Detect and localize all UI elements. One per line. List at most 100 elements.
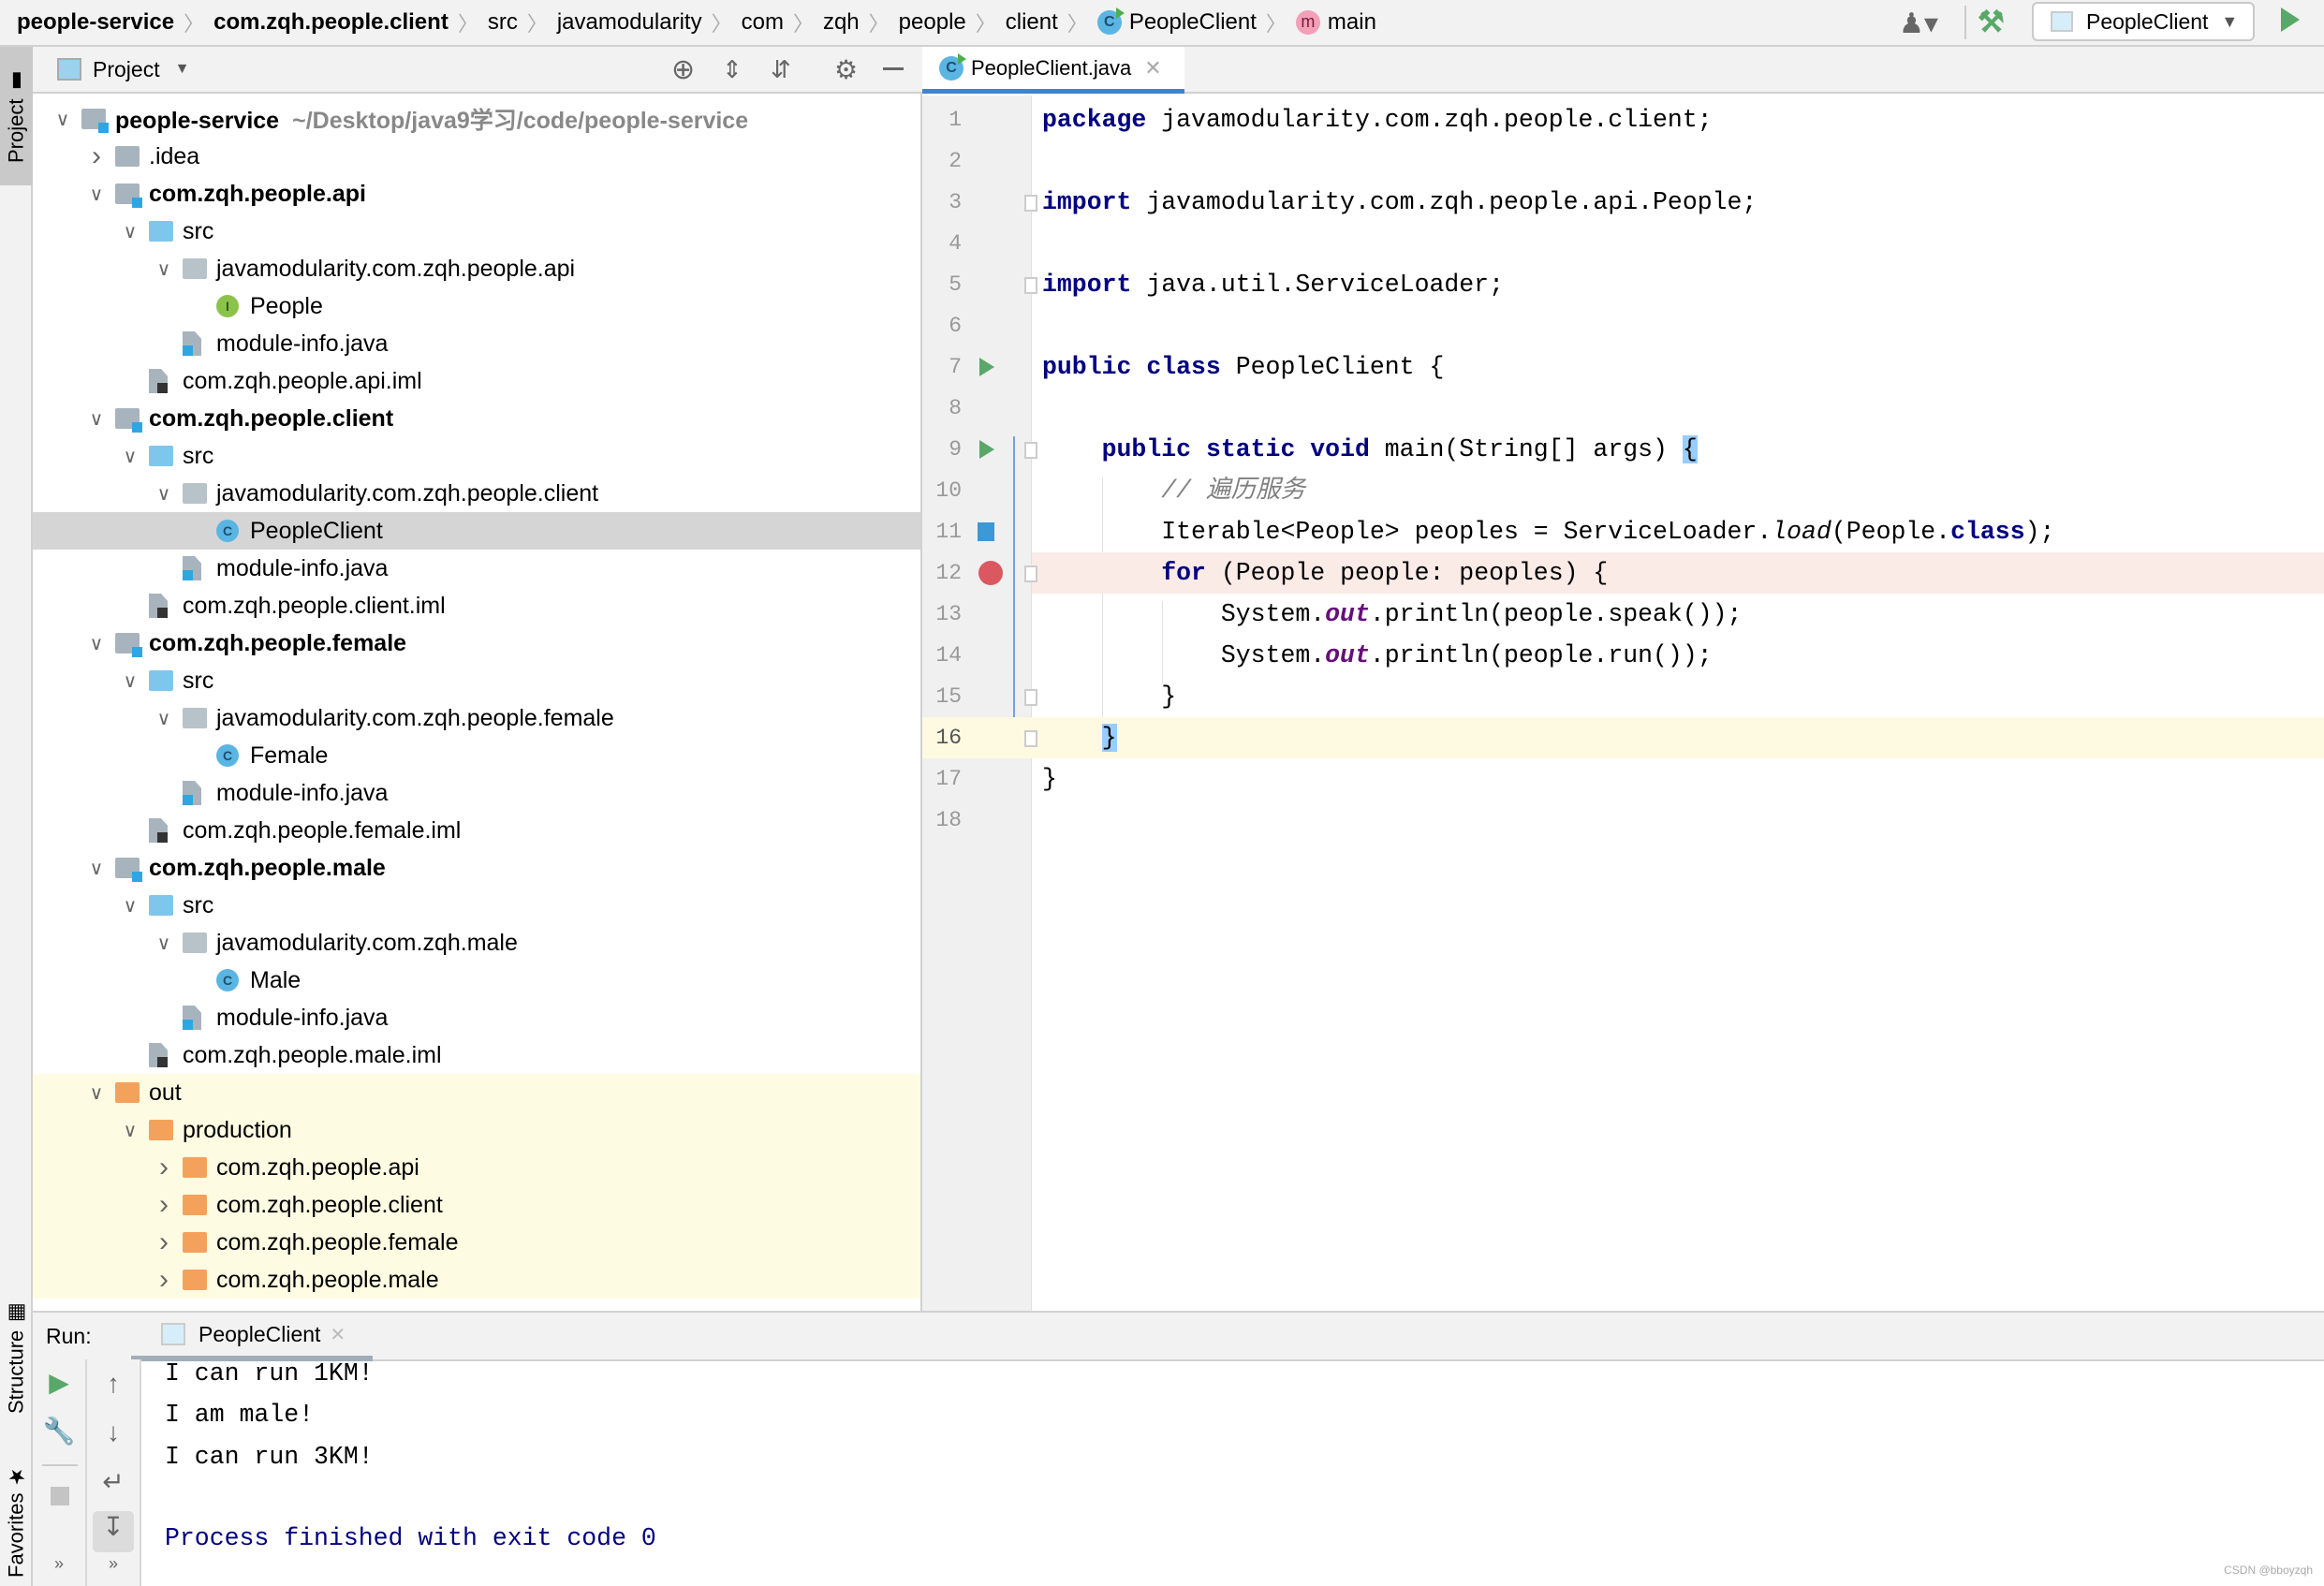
stop-icon[interactable] [51,1487,69,1505]
tree-item[interactable]: ∨ javamodularity.com.zqh.people.female [33,699,920,737]
project-view-select[interactable]: Project [93,57,160,82]
implements-icon[interactable] [978,522,994,541]
breakpoint-icon[interactable] [978,561,1003,585]
tree-item[interactable]: ∨ com.zqh.people.client [33,400,920,437]
breadcrumb-item[interactable]: people-service [17,9,180,36]
chevron-down-icon[interactable]: ∨ [121,1119,140,1142]
tree-item[interactable]: module-info.java [33,550,920,587]
locate-icon[interactable]: ⊕ [671,53,695,86]
user-icon[interactable]: ♟▾ [1899,7,1938,40]
breadcrumb-item[interactable]: client [1006,9,1064,36]
tree-item[interactable]: ∨ javamodularity.com.zqh.people.client [33,475,920,512]
breadcrumb-item[interactable]: people [899,9,972,36]
code-token: for [1161,559,1206,587]
chevron-down-icon[interactable]: ∨ [87,183,106,206]
tree-item[interactable]: C PeopleClient [33,512,920,550]
chevron-down-icon[interactable]: ∨ [154,707,173,730]
tree-item-name: src [183,667,214,694]
breadcrumb-item[interactable]: zqh [823,9,865,36]
project-tool-button[interactable]: Project ▮ [0,47,33,185]
structure-tool-button[interactable]: Structure ▦ [0,1287,33,1428]
tree-item[interactable]: ∨ com.zqh.people.male [33,849,920,887]
favorites-tool-button[interactable]: Favorites ★ [0,1456,33,1586]
chevron-right-icon[interactable]: › [154,1264,173,1296]
breadcrumb-item[interactable]: com [742,9,789,36]
chevron-right-icon[interactable]: › [87,140,106,172]
chevron-down-icon[interactable]: ∨ [121,445,140,468]
soft-wrap-icon[interactable]: ↵ [95,1466,132,1497]
arrow-down-icon[interactable]: ↓ [95,1417,132,1447]
tree-item[interactable]: ∨ com.zqh.people.api [33,175,920,213]
hide-icon[interactable] [883,67,904,70]
tree-item[interactable]: com.zqh.people.male.iml [33,1036,920,1074]
module-icon [115,633,142,657]
more-icon[interactable]: » [95,1554,132,1574]
chevron-right-icon[interactable]: › [154,1152,173,1183]
close-icon[interactable]: ✕ [1144,56,1161,81]
chevron-right-icon[interactable]: › [154,1189,173,1221]
tree-item[interactable]: ∨ com.zqh.people.female [33,624,920,662]
line-number: 10 [935,478,962,503]
chevron-down-icon[interactable]: ∨ [87,857,106,880]
rerun-icon[interactable]: ▶ [40,1367,78,1398]
chevron-down-icon[interactable]: ∨ [87,407,106,431]
tree-item[interactable]: module-info.java [33,999,920,1036]
collapse-all-icon[interactable]: ⇵ [771,55,791,84]
breadcrumb-item[interactable]: m main [1295,9,1382,36]
run-gutter-icon[interactable] [979,358,994,376]
tree-item[interactable]: › com.zqh.people.male [33,1261,920,1299]
run-tab-peopleclient[interactable]: PeopleClient ✕ [131,1313,373,1361]
tree-item[interactable]: ∨ javamodularity.com.zqh.male [33,924,920,962]
chevron-down-icon[interactable]: ∨ [121,220,140,243]
tree-item[interactable]: ∨ people-service ~/Desktop/java9学习/code/pe… [33,100,920,138]
breadcrumb-item[interactable]: src [488,9,523,36]
chevron-down-icon[interactable]: ∨ [87,1081,106,1105]
chevron-down-icon[interactable]: ∨ [121,894,140,918]
tree-item-label: com.zqh.people.api [216,1154,419,1182]
chevron-down-icon[interactable]: ∨ [154,932,173,955]
run-gutter-icon[interactable] [979,440,994,459]
hammer-icon[interactable]: ⚒ [1978,4,2005,39]
tree-item[interactable]: › com.zqh.people.api [33,1149,920,1186]
run-icon[interactable] [2281,7,2300,32]
breadcrumb-item[interactable]: com.zqh.people.client [213,9,454,36]
tree-item[interactable]: ∨ src [33,887,920,924]
tree-item[interactable]: com.zqh.people.client.iml [33,587,920,624]
run-config-select[interactable]: PeopleClient ▼ [2032,2,2255,41]
chevron-right-icon[interactable]: › [154,1226,173,1258]
chevron-down-icon[interactable]: ∨ [87,632,106,655]
tree-item[interactable]: ∨ production [33,1111,920,1149]
tab-peopleclient-java[interactable]: C PeopleClient.java ✕ [922,47,1184,94]
chevron-down-icon[interactable]: ∨ [154,257,173,281]
breadcrumb-item[interactable]: C PeopleClient [1096,7,1262,36]
tree-item[interactable]: ∨ src [33,213,920,250]
tree-item[interactable]: com.zqh.people.female.iml [33,812,920,849]
tree-item[interactable]: com.zqh.people.api.iml [33,362,920,400]
chevron-down-icon[interactable]: ▼ [175,61,190,78]
tree-item[interactable]: ∨ javamodularity.com.zqh.people.api [33,250,920,287]
chevron-down-icon[interactable]: ∨ [53,108,72,131]
tree-item[interactable]: › com.zqh.people.client [33,1186,920,1224]
tree-item[interactable]: module-info.java [33,325,920,362]
expand-all-icon[interactable]: ⇕ [722,55,743,84]
scroll-to-end-icon[interactable]: ↧ [93,1511,134,1552]
tree-item[interactable]: C Male [33,962,920,999]
tree-item[interactable]: ∨ src [33,662,920,699]
chevron-down-icon[interactable]: ∨ [121,669,140,693]
tree-item[interactable]: › com.zqh.people.female [33,1224,920,1261]
close-icon[interactable]: ✕ [330,1323,346,1346]
tree-item[interactable]: C Female [33,737,920,774]
tree-item[interactable]: module-info.java [33,774,920,812]
arrow-up-icon[interactable]: ↑ [95,1369,132,1399]
tree-item-label: javamodularity.com.zqh.male [216,930,518,957]
gear-icon[interactable]: ⚙ [834,54,858,85]
tree-item[interactable]: I People [33,287,920,325]
wrench-icon[interactable]: 🔧 [40,1416,78,1446]
tree-item[interactable]: › .idea [33,138,920,175]
tree-item[interactable]: ∨ src [33,437,920,475]
chevron-down-icon[interactable]: ∨ [154,482,173,506]
breadcrumb-item[interactable]: javamodularity [557,9,708,36]
more-icon[interactable]: » [40,1554,78,1574]
structure-tool-label: Structure [4,1329,28,1415]
tree-item[interactable]: ∨ out [33,1074,920,1111]
